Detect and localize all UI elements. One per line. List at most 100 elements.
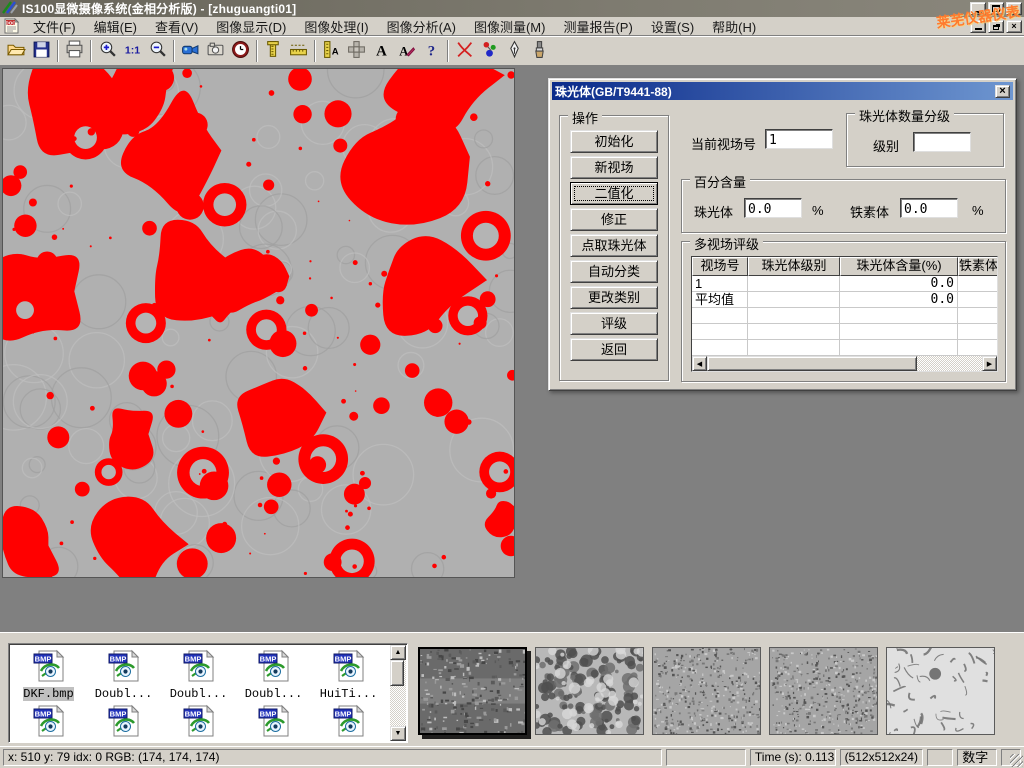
- file-item-row2-3[interactable]: BMP: [236, 701, 311, 741]
- mdi-restore-button[interactable]: [988, 20, 1004, 33]
- scroll-up-button[interactable]: ▲: [390, 645, 406, 660]
- operation-buttons: 初始化新视场二值化修正点取珠光体自动分类更改类别评级返回: [570, 130, 658, 361]
- minimize-button[interactable]: [970, 2, 986, 15]
- scroll-thumb[interactable]: [707, 356, 917, 371]
- thumbnail-2[interactable]: [652, 647, 761, 735]
- mdi-close-button[interactable]: ×: [1006, 20, 1022, 33]
- curves-button[interactable]: [452, 39, 477, 63]
- file-item-row2-4[interactable]: BMP: [311, 701, 386, 741]
- menu-item-2[interactable]: 查看(V): [146, 16, 207, 37]
- menu-item-5[interactable]: 图像分析(A): [378, 16, 465, 37]
- table-horizontal-scrollbar[interactable]: ◀ ▶: [692, 356, 997, 371]
- table-cell: [958, 340, 998, 356]
- bmp-file-icon: BMP: [107, 649, 141, 686]
- pearlite-dialog: 珠光体(GB/T9441-88) × 操作 初始化新视场二值化修正点取珠光体自动…: [548, 78, 1017, 391]
- document-icon: DOC: [3, 18, 21, 34]
- file-item-3[interactable]: BMPDoubl...: [236, 646, 311, 701]
- file-item-1[interactable]: BMPDoubl...: [86, 646, 161, 701]
- table-cell: 1: [692, 276, 748, 292]
- help-button[interactable]: ?: [419, 39, 444, 63]
- resize-grip[interactable]: [1010, 754, 1023, 767]
- op-button-2[interactable]: 二值化: [570, 182, 658, 205]
- menu-item-7[interactable]: 测量报告(P): [554, 16, 641, 37]
- print-button[interactable]: [62, 39, 87, 63]
- zoom-in-button[interactable]: [95, 39, 120, 63]
- video-camera-icon: [181, 40, 200, 62]
- scroll-track[interactable]: [707, 356, 982, 371]
- file-item-row2-1[interactable]: BMP: [86, 701, 161, 741]
- video-camera-button[interactable]: [178, 39, 203, 63]
- current-field-input[interactable]: [765, 129, 833, 149]
- table-cell: [748, 308, 840, 324]
- close-button[interactable]: ×: [1006, 2, 1022, 15]
- maximize-button[interactable]: [988, 2, 1004, 15]
- op-button-7[interactable]: 评级: [570, 312, 658, 335]
- scroll-right-button[interactable]: ▶: [982, 356, 997, 371]
- table-row-1[interactable]: 平均值0.0: [692, 292, 997, 308]
- caliper-button[interactable]: [261, 39, 286, 63]
- table-row-2[interactable]: [692, 308, 997, 324]
- text-button[interactable]: A: [369, 39, 394, 63]
- op-button-0[interactable]: 初始化: [570, 130, 658, 153]
- save-button[interactable]: [29, 39, 54, 63]
- toolbar: 1:1AAA?: [0, 36, 1024, 66]
- scroll-left-button[interactable]: ◀: [692, 356, 707, 371]
- menu-item-8[interactable]: 设置(S): [642, 16, 703, 37]
- menu-item-1[interactable]: 编辑(E): [85, 16, 146, 37]
- rating-table[interactable]: 视场号珠光体级别珠光体含量(%)铁素体含量(%) 10.0平均值0.0 ◀ ▶: [691, 256, 998, 372]
- op-button-5[interactable]: 自动分类: [570, 260, 658, 283]
- op-button-4[interactable]: 点取珠光体: [570, 234, 658, 257]
- measure-text-button[interactable]: A: [319, 39, 344, 63]
- table-row-4[interactable]: [692, 340, 997, 356]
- op-button-6[interactable]: 更改类别: [570, 286, 658, 309]
- file-item-4[interactable]: BMPHuiTi...: [311, 646, 386, 701]
- dialog-title-bar[interactable]: 珠光体(GB/T9441-88) ×: [552, 82, 1013, 100]
- op-button-1[interactable]: 新视场: [570, 156, 658, 179]
- file-item-row2-0[interactable]: BMP: [11, 701, 86, 741]
- scroll-track[interactable]: [390, 660, 406, 726]
- file-item-0[interactable]: BMPDKF.bmp: [11, 646, 86, 701]
- op-button-3[interactable]: 修正: [570, 208, 658, 231]
- ferrite-pct-input[interactable]: [900, 198, 958, 218]
- grid-button[interactable]: [344, 39, 369, 63]
- menu-item-4[interactable]: 图像处理(I): [295, 16, 377, 37]
- scroll-thumb[interactable]: [390, 660, 404, 686]
- file-list-scrollbar[interactable]: ▲ ▼: [390, 645, 406, 741]
- grade-level-input[interactable]: [913, 132, 971, 152]
- thumbnail-4[interactable]: [886, 647, 995, 735]
- menu-item-6[interactable]: 图像测量(M): [465, 16, 555, 37]
- camera-button[interactable]: [203, 39, 228, 63]
- file-item-2[interactable]: BMPDoubl...: [161, 646, 236, 701]
- pen-button[interactable]: [502, 39, 527, 63]
- brush-button[interactable]: [527, 39, 552, 63]
- table-row-3[interactable]: [692, 324, 997, 340]
- curves-icon: [455, 40, 474, 62]
- op-button-8[interactable]: 返回: [570, 338, 658, 361]
- thumbnail-3[interactable]: [769, 647, 878, 735]
- specimen-image[interactable]: [2, 68, 515, 578]
- table-cell: [748, 276, 840, 292]
- svg-text:BMP: BMP: [259, 654, 276, 663]
- file-item-row2-2[interactable]: BMP: [161, 701, 236, 741]
- dialog-close-button[interactable]: ×: [995, 85, 1010, 98]
- file-browser: BMPDKF.bmpBMPDoubl...BMPDoubl...BMPDoubl…: [8, 643, 408, 743]
- menu-item-3[interactable]: 图像显示(D): [207, 16, 295, 37]
- thumbnail-0[interactable]: [418, 647, 527, 735]
- scroll-down-button[interactable]: ▼: [390, 726, 406, 741]
- particles-button[interactable]: [477, 39, 502, 63]
- open-button[interactable]: [4, 39, 29, 63]
- svg-text:BMP: BMP: [184, 709, 201, 718]
- clock-button[interactable]: [228, 39, 253, 63]
- mdi-minimize-button[interactable]: [970, 20, 986, 33]
- ruler-button[interactable]: [286, 39, 311, 63]
- one-to-one-button[interactable]: 1:1: [120, 39, 145, 63]
- table-cell: [840, 324, 958, 340]
- menu-item-9[interactable]: 帮助(H): [703, 16, 765, 37]
- pearlite-pct-input[interactable]: [744, 198, 802, 218]
- zoom-out-button[interactable]: [145, 39, 170, 63]
- menu-item-0[interactable]: 文件(F): [24, 16, 85, 37]
- annotate-button[interactable]: A: [394, 39, 419, 63]
- table-row-0[interactable]: 10.0: [692, 276, 997, 292]
- thumbnail-1[interactable]: [535, 647, 644, 735]
- svg-text:BMP: BMP: [334, 654, 351, 663]
